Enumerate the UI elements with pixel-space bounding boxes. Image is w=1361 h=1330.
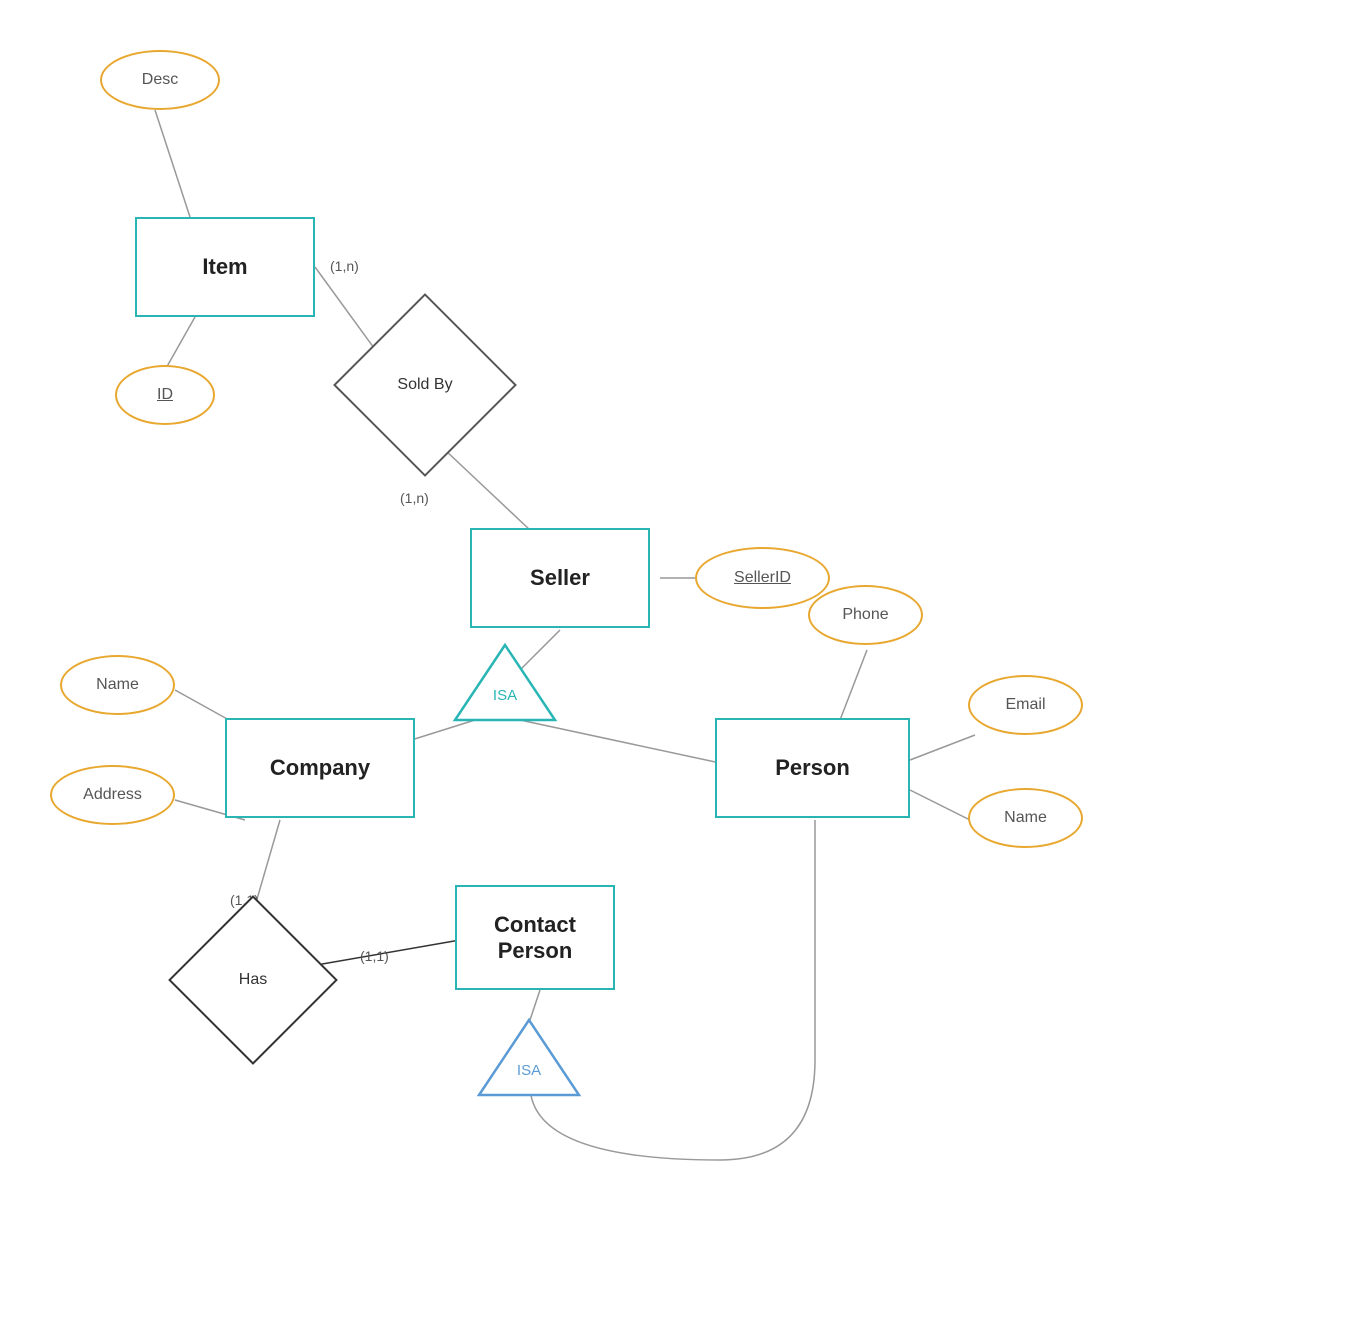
entity-company: Company: [225, 718, 415, 818]
isa-triangle-1: ISA: [450, 640, 560, 725]
entity-person: Person: [715, 718, 910, 818]
attr-company-name: Name: [60, 655, 175, 715]
svg-text:ISA: ISA: [493, 687, 517, 704]
rel-has: Has: [193, 920, 313, 1040]
er-diagram: Desc Item ID (1,n) Sold By (1,n) Seller …: [0, 0, 1361, 1330]
attr-phone: Phone: [808, 585, 923, 645]
entity-seller: Seller: [470, 528, 650, 628]
card-has-contact: (1,1): [360, 948, 389, 964]
rel-sold-by: Sold By: [360, 320, 490, 450]
attr-person-name: Name: [968, 788, 1083, 848]
isa-triangle-2: ISA: [474, 1015, 584, 1100]
attr-seller-id: SellerID: [695, 547, 830, 609]
attr-email: Email: [968, 675, 1083, 735]
svg-text:ISA: ISA: [517, 1062, 541, 1079]
entity-contact-person: Contact Person: [455, 885, 615, 990]
entity-item: Item: [135, 217, 315, 317]
attr-desc: Desc: [100, 50, 220, 110]
attr-id: ID: [115, 365, 215, 425]
card-soldby-seller: (1,n): [400, 490, 429, 506]
connections-svg: [0, 0, 1361, 1330]
card-item-soldby: (1,n): [330, 258, 359, 274]
attr-address: Address: [50, 765, 175, 825]
